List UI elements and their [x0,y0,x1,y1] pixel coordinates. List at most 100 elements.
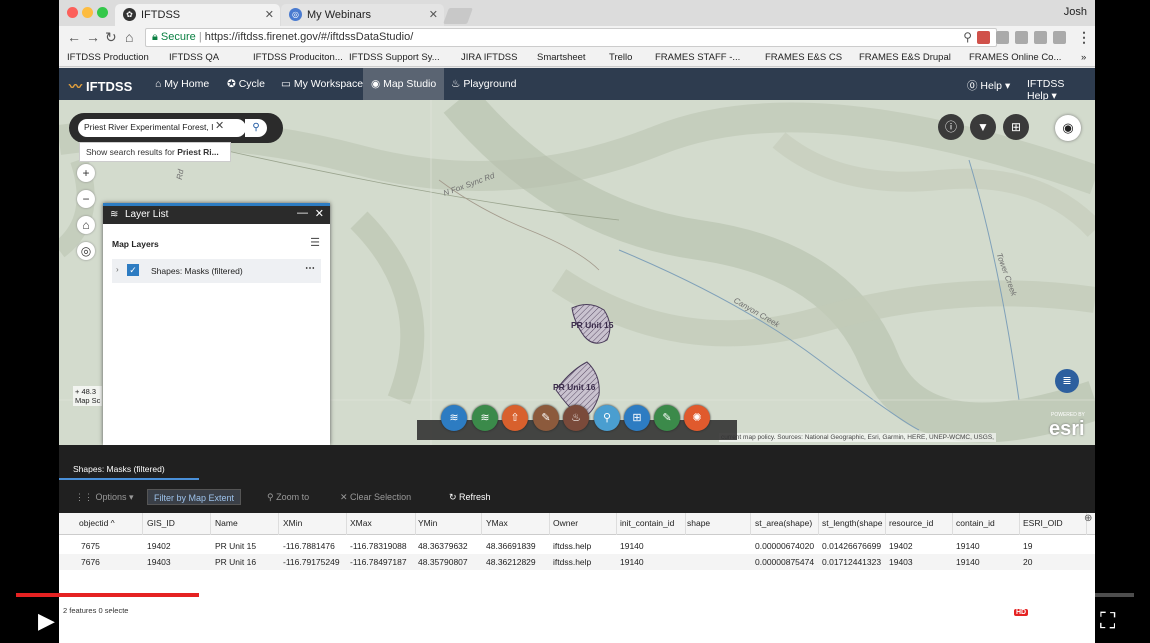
bookmark-item[interactable]: FRAMES E&S Drupal [859,52,951,63]
column-header[interactable]: XMin [283,513,347,535]
bookmark-item[interactable]: FRAMES E&S CS [765,52,842,63]
home-extent-button[interactable]: ⌂ [77,216,95,234]
analysis-tool[interactable]: ✺ [684,405,710,431]
close-icon[interactable]: ✕ [315,207,324,220]
extension-icon[interactable] [1053,31,1066,44]
column-header[interactable]: objectid ^ [79,513,143,535]
extension-icon[interactable] [1015,31,1028,44]
attribute-table-tab[interactable]: Shapes: Masks (filtered) [73,464,165,474]
bookmark-item[interactable]: IFTDSS QA [169,52,219,63]
theater-mode-icon[interactable] [1050,609,1078,629]
measure-tool[interactable]: ⚲ [594,405,620,431]
close-tab-icon[interactable]: ✕ [265,8,274,21]
iftdss-help-menu[interactable]: IFTDSS Help ▾ [1019,68,1095,102]
next-icon[interactable]: ▶| [92,608,115,634]
menu-dots-icon[interactable]: ⋮ [1077,29,1091,46]
bookmark-item[interactable]: Trello [609,52,632,63]
attribute-table-button[interactable]: ≣ [1055,369,1079,393]
bookmark-item[interactable]: Smartsheet [537,52,586,63]
help-menu[interactable]: ⓪ Help ▾ [959,68,1018,100]
nav-my-home[interactable]: ⌂ My Home [147,68,217,100]
column-header[interactable]: YMin [418,513,482,535]
volume-icon[interactable]: ◀) [138,608,162,634]
app-logo[interactable]: 〰 IFTDSS [69,76,132,95]
column-header[interactable]: YMax [486,513,550,535]
maximize-window-icon[interactable] [97,7,108,18]
zoom-to-button[interactable]: ⚲ Zoom to [261,489,315,505]
nav-playground[interactable]: ♨ Playground [443,68,524,100]
close-tab-icon[interactable]: ✕ [429,8,438,21]
back-icon[interactable]: ← [67,29,81,45]
bookmark-item[interactable]: FRAMES STAFF -... [655,52,740,63]
nav-map-studio[interactable]: ◉ Map Studio [363,68,445,100]
visibility-button[interactable]: ◉ [1055,115,1081,141]
column-header[interactable]: XMax [350,513,416,535]
bookmarks-overflow[interactable]: » [1081,52,1086,63]
column-header[interactable]: GIS_ID [147,513,211,535]
unit-label[interactable]: PR Unit 15 [571,320,614,330]
options-button[interactable]: ⋮⋮ Options ▾ [69,489,140,505]
column-header[interactable]: shape [687,513,751,535]
layer-menu-icon[interactable]: ⋯ [305,263,315,274]
column-header[interactable]: st_length(shape [822,513,886,535]
new-tab-button[interactable] [443,8,473,24]
play-icon[interactable]: ▶ [38,608,55,634]
extension-icon[interactable] [996,31,1009,44]
basemap-button[interactable]: ⊞ [1003,114,1029,140]
column-header[interactable]: resource_id [889,513,953,535]
home-icon[interactable]: ⌂ [125,29,133,45]
expand-icon[interactable]: › [116,265,119,274]
column-header[interactable]: contain_id [956,513,1020,535]
add-column-icon[interactable]: ⊕ [1084,513,1092,524]
column-header[interactable]: Name [215,513,279,535]
edit-tool[interactable]: ✎ [533,405,559,431]
refresh-button[interactable]: ↻ Refresh [443,489,497,505]
upload-tool[interactable]: ⇧ [502,405,528,431]
minimize-window-icon[interactable] [82,7,93,18]
info-button[interactable]: ⓘ [938,114,964,140]
nav-my-workspace[interactable]: ▭ My Workspace [273,68,371,100]
bookmark-item[interactable]: IFTDSS Production [67,52,149,63]
video-progress-bar[interactable] [16,593,1134,597]
filter-by-extent-button[interactable]: Filter by Map Extent [147,489,242,505]
layer-options-icon[interactable]: ☰ [310,236,320,249]
column-header[interactable]: ESRI_OID [1023,513,1087,535]
add-layer-tool[interactable]: ≋ [472,405,498,431]
zoom-in-button[interactable]: + [77,164,95,182]
draw-tool[interactable]: ✎ [654,405,680,431]
tab-my-webinars[interactable]: ◎ My Webinars ✕ [281,4,444,26]
zoom-out-button[interactable]: − [77,190,95,208]
layer-row[interactable]: › ✓ Shapes: Masks (filtered) ⋯ [112,259,321,283]
extension-icon[interactable] [977,31,990,44]
bookmark-item[interactable]: JIRA IFTDSS [461,52,517,63]
search-suggestion[interactable]: Show search results for Priest Ri... [79,142,231,162]
profile-name[interactable]: Josh [1064,6,1087,18]
layer-checkbox[interactable]: ✓ [127,264,139,276]
bookmark-item[interactable]: IFTDSS Produciton... [253,52,343,63]
layer-list-tool[interactable]: ≋ [441,405,467,431]
minimize-icon[interactable]: — [297,207,308,219]
tab-iftdss[interactable]: ✿ IFTDSS ✕ [115,4,280,26]
nav-cycle[interactable]: ✪ Cycle [219,68,273,100]
clear-search-icon[interactable]: ✕ [215,119,224,132]
column-header[interactable]: init_contain_id [620,513,686,535]
column-header[interactable]: st_area(shape) [755,513,819,535]
zoom-icon[interactable]: ⚲ [963,30,972,44]
clear-selection-button[interactable]: ✕ Clear Selection [334,489,417,505]
search-button[interactable]: ⚲ [245,119,267,137]
grid-tool[interactable]: ⊞ [624,405,650,431]
fire-tool[interactable]: ♨ [563,405,589,431]
bookmark-item[interactable]: IFTDSS Support Sy... [349,52,440,63]
fullscreen-icon[interactable]: ⛶ [1100,608,1115,634]
forward-icon[interactable]: → [86,29,100,45]
filter-button[interactable]: ▼ [970,114,996,140]
column-header[interactable]: Owner [553,513,617,535]
address-bar[interactable]: 🔒︎ Secure | https://iftdss.firenet.gov/#… [145,28,997,47]
reload-icon[interactable]: ↻ [105,29,117,46]
extension-icon[interactable] [1034,31,1047,44]
locate-button[interactable]: ◎ [77,242,95,260]
grid-icon: ⋮⋮ [75,492,96,502]
unit-label[interactable]: PR Unit 16 [553,382,596,392]
bookmark-item[interactable]: FRAMES Online Co... [969,52,1061,63]
close-window-icon[interactable] [67,7,78,18]
